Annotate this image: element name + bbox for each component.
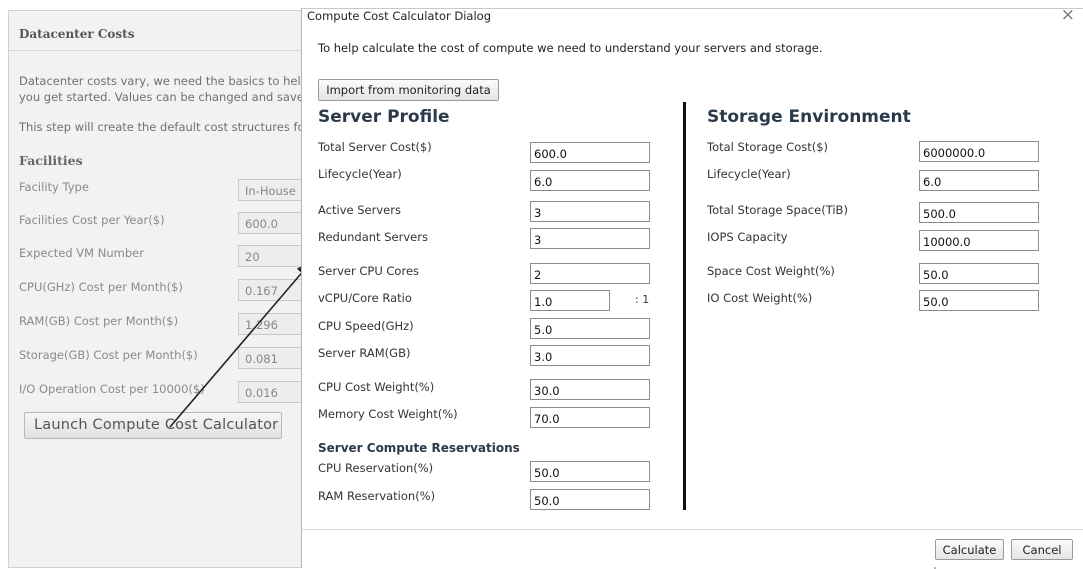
server-ram-label: Server RAM(GB) bbox=[318, 346, 411, 360]
space-cost-weight-field[interactable]: 50.0 bbox=[919, 263, 1039, 284]
total-server-cost-field[interactable]: 600.0 bbox=[530, 142, 650, 163]
cpu-speed-field[interactable]: 5.0 bbox=[530, 318, 650, 339]
vcpu-core-ratio-label: vCPU/Core Ratio bbox=[318, 291, 412, 305]
cancel-button[interactable]: Cancel bbox=[1011, 539, 1073, 560]
total-storage-space-field[interactable]: 500.0 bbox=[919, 202, 1039, 223]
total-server-cost-label: Total Server Cost($) bbox=[318, 140, 432, 154]
server-cpu-cores-label: Server CPU Cores bbox=[318, 264, 420, 278]
memory-cost-weight-field[interactable]: 70.0 bbox=[530, 407, 650, 428]
dialog-title: Compute Cost Calculator Dialog bbox=[307, 9, 491, 23]
import-monitoring-data-button[interactable]: Import from monitoring data bbox=[318, 79, 499, 101]
expected-vm-label: Expected VM Number bbox=[19, 246, 144, 260]
iops-capacity-label: IOPS Capacity bbox=[707, 230, 788, 244]
facilities-heading: Facilities bbox=[19, 153, 83, 168]
cpu-speed-label: CPU Speed(GHz) bbox=[318, 319, 414, 333]
redundant-servers-label: Redundant Servers bbox=[318, 230, 428, 244]
server-ram-field[interactable]: 3.0 bbox=[530, 345, 650, 366]
calculate-button[interactable]: Calculate bbox=[935, 539, 1004, 560]
facility-type-select[interactable]: In-House bbox=[238, 179, 307, 201]
storage-environment-heading: Storage Environment bbox=[707, 107, 911, 127]
cpu-cost-weight-field[interactable]: 30.0 bbox=[530, 379, 650, 400]
facilities-cost-label: Facilities Cost per Year($) bbox=[19, 213, 165, 227]
ratio-suffix: : 1 bbox=[635, 293, 650, 306]
datacenter-costs-panel: Datacenter Costs Datacenter costs vary, … bbox=[8, 10, 308, 568]
server-profile-heading: Server Profile bbox=[318, 107, 450, 127]
dialog-footer-divider bbox=[302, 529, 1083, 530]
space-cost-weight-label: Space Cost Weight(%) bbox=[707, 264, 835, 278]
panel-title: Datacenter Costs bbox=[9, 11, 307, 51]
storage-lifecycle-field[interactable]: 6.0 bbox=[919, 170, 1039, 191]
cpu-cost-weight-label: CPU Cost Weight(%) bbox=[318, 380, 435, 394]
cpu-cost-field[interactable]: 0.167 bbox=[238, 279, 307, 301]
dialog-intro-text: To help calculate the cost of compute we… bbox=[318, 41, 823, 55]
active-servers-label: Active Servers bbox=[318, 203, 401, 217]
panel-step-text: This step will create the default cost s… bbox=[19, 120, 307, 134]
close-icon[interactable]: × bbox=[1061, 5, 1075, 25]
io-cost-weight-label: IO Cost Weight(%) bbox=[707, 291, 813, 305]
ram-reservation-field[interactable]: 50.0 bbox=[530, 489, 650, 510]
expected-vm-field[interactable]: 20 bbox=[238, 245, 307, 267]
io-cost-weight-field[interactable]: 50.0 bbox=[919, 290, 1039, 311]
io-cost-field[interactable]: 0.016 bbox=[238, 381, 307, 403]
active-servers-field[interactable]: 3 bbox=[530, 201, 650, 222]
ram-reservation-label: RAM Reservation(%) bbox=[318, 489, 436, 503]
storage-cost-label: Storage(GB) Cost per Month($) bbox=[19, 348, 198, 362]
panel-intro-text: Datacenter costs vary, we need the basic… bbox=[19, 74, 308, 104]
iops-capacity-field[interactable]: 10000.0 bbox=[919, 230, 1039, 251]
vcpu-core-ratio-field[interactable]: 1.0 bbox=[530, 290, 610, 311]
storage-cost-field[interactable]: 0.081 bbox=[238, 347, 307, 369]
cpu-cost-label: CPU(GHz) Cost per Month($) bbox=[19, 280, 183, 294]
facilities-cost-field[interactable]: 600.0 bbox=[238, 212, 307, 234]
server-lifecycle-field[interactable]: 6.0 bbox=[530, 170, 650, 191]
total-storage-cost-label: Total Storage Cost($) bbox=[707, 140, 829, 154]
io-cost-label: I/O Operation Cost per 10000($) bbox=[19, 382, 205, 396]
server-compute-reservations-heading: Server Compute Reservations bbox=[318, 441, 520, 455]
cpu-reservation-field[interactable]: 50.0 bbox=[530, 461, 650, 482]
compute-cost-calculator-dialog: Compute Cost Calculator Dialog × To help… bbox=[301, 5, 1083, 568]
launch-compute-cost-calculator-button[interactable]: Launch Compute Cost Calculator bbox=[24, 412, 282, 439]
server-cpu-cores-field[interactable]: 2 bbox=[530, 263, 650, 284]
server-lifecycle-label: Lifecycle(Year) bbox=[318, 167, 402, 181]
ram-cost-field[interactable]: 1.296 bbox=[238, 313, 307, 335]
redundant-servers-field[interactable]: 3 bbox=[530, 228, 650, 249]
facility-type-label: Facility Type bbox=[19, 180, 89, 194]
section-divider bbox=[683, 102, 686, 510]
cpu-reservation-label: CPU Reservation(%) bbox=[318, 461, 434, 475]
ram-cost-label: RAM(GB) Cost per Month($) bbox=[19, 314, 179, 328]
total-storage-cost-field[interactable]: 6000000.0 bbox=[919, 141, 1039, 162]
storage-lifecycle-label: Lifecycle(Year) bbox=[707, 167, 791, 181]
total-storage-space-label: Total Storage Space(TiB) bbox=[707, 203, 848, 217]
memory-cost-weight-label: Memory Cost Weight(%) bbox=[318, 407, 458, 421]
